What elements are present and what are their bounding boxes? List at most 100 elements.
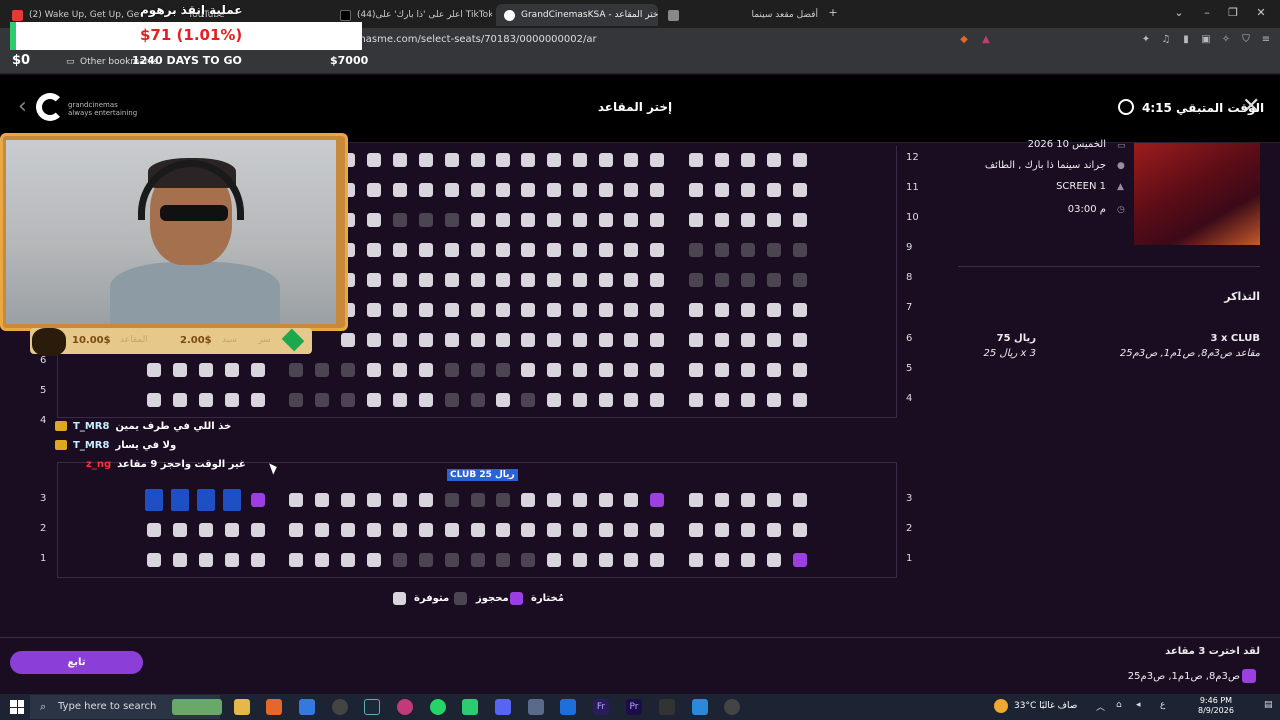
seat-available[interactable]	[793, 183, 807, 197]
seat-available[interactable]	[624, 363, 638, 377]
seat-available[interactable]	[225, 363, 239, 377]
seat-available[interactable]	[367, 303, 381, 317]
seat-available[interactable]	[367, 493, 381, 507]
seat-available[interactable]	[173, 553, 187, 567]
seat-available[interactable]	[650, 213, 664, 227]
seat-available[interactable]	[741, 303, 755, 317]
app-green-icon[interactable]	[462, 699, 478, 715]
continue-button[interactable]: تابع	[10, 651, 143, 674]
seat-available[interactable]	[393, 393, 407, 407]
seat-available[interactable]	[496, 303, 510, 317]
seat-available[interactable]	[521, 363, 535, 377]
seat-available[interactable]	[767, 493, 781, 507]
menu-icon[interactable]: ≡	[1260, 34, 1272, 46]
seat-reserved[interactable]	[393, 553, 407, 567]
seat-available[interactable]	[599, 333, 613, 347]
tray-chevron-icon[interactable]: ︿	[1096, 700, 1105, 713]
store-icon[interactable]	[299, 699, 315, 715]
seat-available[interactable]	[767, 333, 781, 347]
seat-reserved[interactable]	[289, 363, 303, 377]
fresco-icon[interactable]: Fr	[593, 699, 609, 715]
seat-reserved[interactable]	[445, 363, 459, 377]
seat-available[interactable]	[767, 183, 781, 197]
seat-available[interactable]	[521, 273, 535, 287]
seat-available[interactable]	[793, 493, 807, 507]
seat-available[interactable]	[393, 333, 407, 347]
seat-available[interactable]	[573, 493, 587, 507]
seat-available[interactable]	[573, 303, 587, 317]
seat-available[interactable]	[471, 523, 485, 537]
seat-available[interactable]	[419, 363, 433, 377]
seat-available[interactable]	[624, 493, 638, 507]
seat-available[interactable]	[496, 273, 510, 287]
seat-available[interactable]	[547, 153, 561, 167]
seat-available[interactable]	[471, 303, 485, 317]
seat-reserved[interactable]	[471, 553, 485, 567]
seat-available[interactable]	[650, 243, 664, 257]
seat-available[interactable]	[173, 523, 187, 537]
seat-available[interactable]	[573, 243, 587, 257]
seat-reserved[interactable]	[521, 553, 535, 567]
seat-available[interactable]	[715, 363, 729, 377]
input-language[interactable]: ع	[1160, 700, 1165, 710]
seat-available[interactable]	[650, 303, 664, 317]
seat-available[interactable]	[315, 493, 329, 507]
seat-available[interactable]	[315, 553, 329, 567]
seat-selected[interactable]	[650, 493, 664, 507]
taskbar-clock[interactable]: 9:46 PM 8/9/2026	[1198, 696, 1234, 716]
premiere-icon[interactable]: Pr	[626, 699, 642, 715]
seat-available[interactable]	[521, 153, 535, 167]
seat-available[interactable]	[573, 553, 587, 567]
seat-available[interactable]	[496, 183, 510, 197]
notifications-icon[interactable]: ▤	[1264, 700, 1273, 710]
seat-available[interactable]	[471, 213, 485, 227]
seat-available[interactable]	[547, 493, 561, 507]
seat-available[interactable]	[689, 553, 703, 567]
volume-icon[interactable]: ◂	[1136, 700, 1141, 710]
seat-available[interactable]	[251, 553, 265, 567]
window-app-icon[interactable]	[692, 699, 708, 715]
seat-available[interactable]	[547, 553, 561, 567]
seat-available[interactable]	[624, 213, 638, 227]
seat-available[interactable]	[715, 153, 729, 167]
wallet-icon[interactable]: ▣	[1200, 34, 1212, 46]
weather-widget-icon[interactable]	[172, 699, 222, 715]
seat-available[interactable]	[147, 553, 161, 567]
seat-available[interactable]	[367, 523, 381, 537]
seat-available[interactable]	[767, 553, 781, 567]
app-icon[interactable]	[332, 699, 348, 715]
seat-available[interactable]	[393, 153, 407, 167]
seat-reserved[interactable]	[445, 213, 459, 227]
seat-selected[interactable]	[793, 553, 807, 567]
seat-available[interactable]	[367, 333, 381, 347]
file-explorer-icon[interactable]	[234, 699, 250, 715]
seat-available[interactable]	[573, 183, 587, 197]
seat-available[interactable]	[741, 153, 755, 167]
seat-available[interactable]	[547, 363, 561, 377]
seat-available[interactable]	[367, 273, 381, 287]
seat-reserved[interactable]	[496, 363, 510, 377]
seat-available[interactable]	[471, 243, 485, 257]
seat-available[interactable]	[599, 393, 613, 407]
seat-reserved[interactable]	[689, 243, 703, 257]
seat-available[interactable]	[496, 523, 510, 537]
seat-available[interactable]	[767, 363, 781, 377]
seat-reserved[interactable]	[393, 213, 407, 227]
seat-available[interactable]	[419, 333, 433, 347]
seat-available[interactable]	[547, 303, 561, 317]
seat-available[interactable]	[547, 523, 561, 537]
seat-available[interactable]	[715, 493, 729, 507]
seat-available[interactable]	[767, 393, 781, 407]
seat-available[interactable]	[289, 523, 303, 537]
seat-available[interactable]	[445, 153, 459, 167]
seat-available[interactable]	[147, 363, 161, 377]
seat-available[interactable]	[471, 183, 485, 197]
seat-highlighted[interactable]	[171, 489, 189, 511]
seat-available[interactable]	[573, 363, 587, 377]
seat-available[interactable]	[650, 333, 664, 347]
seat-available[interactable]	[624, 183, 638, 197]
vscode-icon[interactable]	[528, 699, 544, 715]
tab-search-chevron-icon[interactable]: ⌄	[1168, 4, 1190, 22]
back-chevron-icon[interactable]: ‹	[18, 94, 27, 119]
seat-available[interactable]	[741, 183, 755, 197]
